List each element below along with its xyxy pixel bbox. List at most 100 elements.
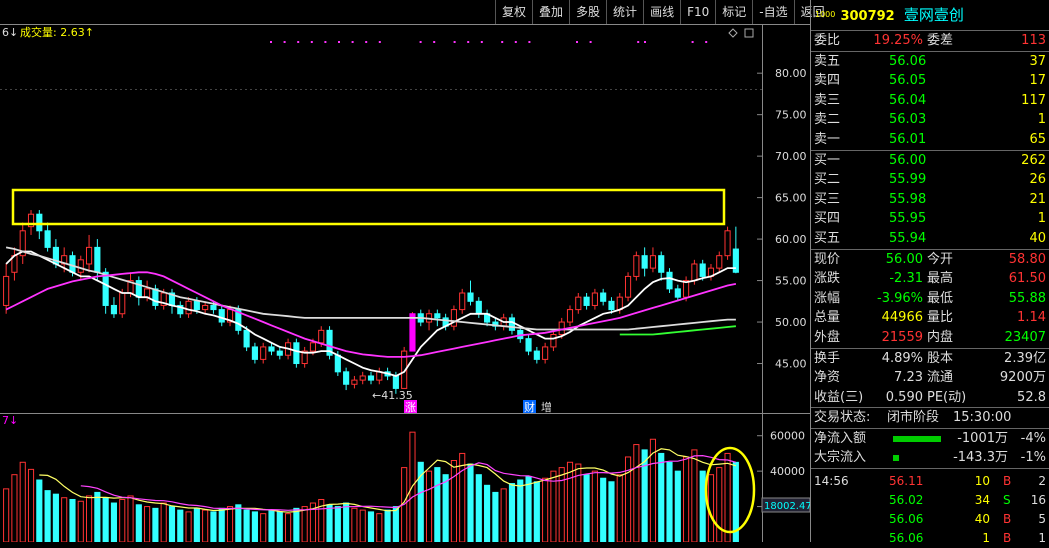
candle-body — [475, 300, 482, 315]
tick-row[interactable]: 56.02 34 S 16 — [811, 491, 1049, 510]
volume-bar — [525, 475, 532, 542]
tick-time: 14:56 — [814, 474, 849, 489]
candle-body — [583, 296, 590, 306]
bid-label: 买二 — [814, 172, 841, 188]
volume-bar — [301, 506, 308, 542]
volume-bar — [351, 507, 358, 542]
volume-bar — [716, 467, 723, 542]
volume-bar — [135, 504, 142, 542]
tick-row[interactable]: 56.06 40 B 5 — [811, 510, 1049, 529]
toolbar-mark-button[interactable]: 标记 — [715, 0, 752, 24]
stats-label: PE(动) — [927, 389, 967, 405]
trade-status-time: 15:30:00 — [953, 410, 1012, 426]
candle-body — [119, 292, 126, 315]
quote-label: 今开 — [927, 251, 954, 267]
quote-label: 涨幅 — [814, 290, 841, 306]
toolbar-fuquan-button[interactable]: 复权 — [495, 0, 532, 24]
candle-body — [351, 379, 358, 385]
quote-row: 涨跌 -2.31 最高 61.50 — [811, 269, 1049, 289]
volume-bar — [442, 474, 449, 542]
toolbar-multistock-button[interactable]: 多股 — [569, 0, 606, 24]
toolbar-overlay-button[interactable]: 叠加 — [532, 0, 569, 24]
volume-bar — [666, 461, 673, 542]
bid-volume: 1 — [1037, 211, 1046, 227]
volume-bar — [674, 470, 681, 542]
ask-row[interactable]: 卖二 56.03 1 — [811, 110, 1049, 130]
event-dot — [501, 41, 504, 43]
candle-body — [152, 288, 159, 306]
volume-bar — [467, 463, 474, 542]
weicha-label: 委差 — [927, 33, 954, 48]
candle-body — [144, 288, 151, 298]
quote-label: 现价 — [814, 251, 841, 267]
toolbar-stats-button[interactable]: 统计 — [606, 0, 643, 24]
ask-row[interactable]: 卖一 56.01 65 — [811, 130, 1049, 150]
price-axis-label: 75.00 — [775, 109, 807, 122]
volume-bar — [243, 509, 250, 542]
kline-chart[interactable]: 80.00 75.00 70.00 65.00 60.00 55.00 50.00 45.00… — [0, 0, 810, 542]
bid-row[interactable]: 买二 55.99 26 — [811, 170, 1049, 190]
bid-volume: 40 — [1029, 230, 1046, 246]
ask-row[interactable]: 卖五 56.06 37 — [811, 52, 1049, 72]
flow-label: 净流入额 — [814, 430, 867, 446]
candle-body — [550, 333, 557, 348]
candle-body — [293, 342, 300, 365]
bid-row[interactable]: 买一 56.00 262 — [811, 151, 1049, 171]
toolbar-draw-button[interactable]: 画线 — [643, 0, 680, 24]
toolbar-watchlist-button[interactable]: -自选 — [752, 0, 793, 24]
stats-label: 收益(三) — [814, 389, 864, 405]
candle-body — [525, 338, 532, 352]
volume-bar — [392, 506, 399, 542]
volume-bar — [61, 497, 68, 542]
event-dot — [453, 41, 456, 43]
candle-body — [251, 346, 258, 360]
volume-bar — [185, 511, 192, 542]
candle-body — [566, 309, 574, 323]
ask-label: 卖四 — [814, 73, 841, 89]
zeng-badge[interactable]: 增 — [541, 400, 552, 414]
bid-row[interactable]: 买三 55.98 21 — [811, 190, 1049, 210]
candle-body — [36, 213, 43, 232]
flow-pct: -1% — [1020, 450, 1046, 466]
bid-label: 买五 — [814, 230, 841, 246]
candle-body — [467, 292, 474, 302]
ask-price: 56.04 — [889, 92, 927, 108]
volume-bar — [52, 493, 59, 542]
tick-row[interactable]: 14:56 56.11 10 B 2 — [811, 472, 1049, 491]
bid-row[interactable]: 买四 55.95 1 — [811, 209, 1049, 229]
event-dot — [467, 41, 470, 43]
volume-bar — [500, 488, 507, 542]
volume-bar — [77, 500, 84, 542]
cai-badge[interactable]: 财 — [524, 400, 535, 414]
candle-body — [94, 246, 101, 273]
bid-price: 55.94 — [889, 230, 927, 246]
volume-bar — [160, 502, 167, 542]
bid-row[interactable]: 买五 55.94 40 — [811, 229, 1049, 249]
candle-body — [309, 342, 317, 352]
toolbar-f10-button[interactable]: F10 — [680, 0, 715, 24]
bid-volume: 262 — [1021, 152, 1046, 168]
zhang-badge[interactable]: 涨 — [405, 401, 416, 414]
ask-row[interactable]: 卖四 56.05 17 — [811, 71, 1049, 91]
volume-bar — [326, 504, 333, 542]
volume-bar — [119, 498, 126, 542]
tick-row[interactable]: 56.06 1 B 1 — [811, 529, 1049, 548]
ask-label: 卖一 — [814, 131, 841, 147]
stats-value: 2.39亿 — [1004, 350, 1046, 366]
price-axis-label: 65.00 — [775, 192, 807, 205]
ask-row[interactable]: 卖三 56.04 117 — [811, 91, 1049, 111]
quote-label: 涨跌 — [814, 271, 841, 287]
volume-bar — [11, 474, 18, 542]
volume-bar — [285, 513, 292, 542]
quote-value: -2.31 — [889, 271, 923, 287]
ask-label: 卖五 — [814, 53, 841, 69]
candle-body — [318, 329, 325, 344]
ask-label: 卖三 — [814, 92, 841, 108]
volume-bar — [367, 511, 375, 542]
quote-panel: 1000 300792 壹网壹创 委比 19.25% 委差 113 卖五 56.0… — [810, 0, 1049, 545]
quote-value: 44966 — [881, 310, 923, 326]
quote-label: 内盘 — [927, 329, 954, 345]
event-dot — [576, 41, 578, 43]
candle-body — [102, 271, 109, 306]
price-axis-label: 70.00 — [775, 150, 807, 163]
